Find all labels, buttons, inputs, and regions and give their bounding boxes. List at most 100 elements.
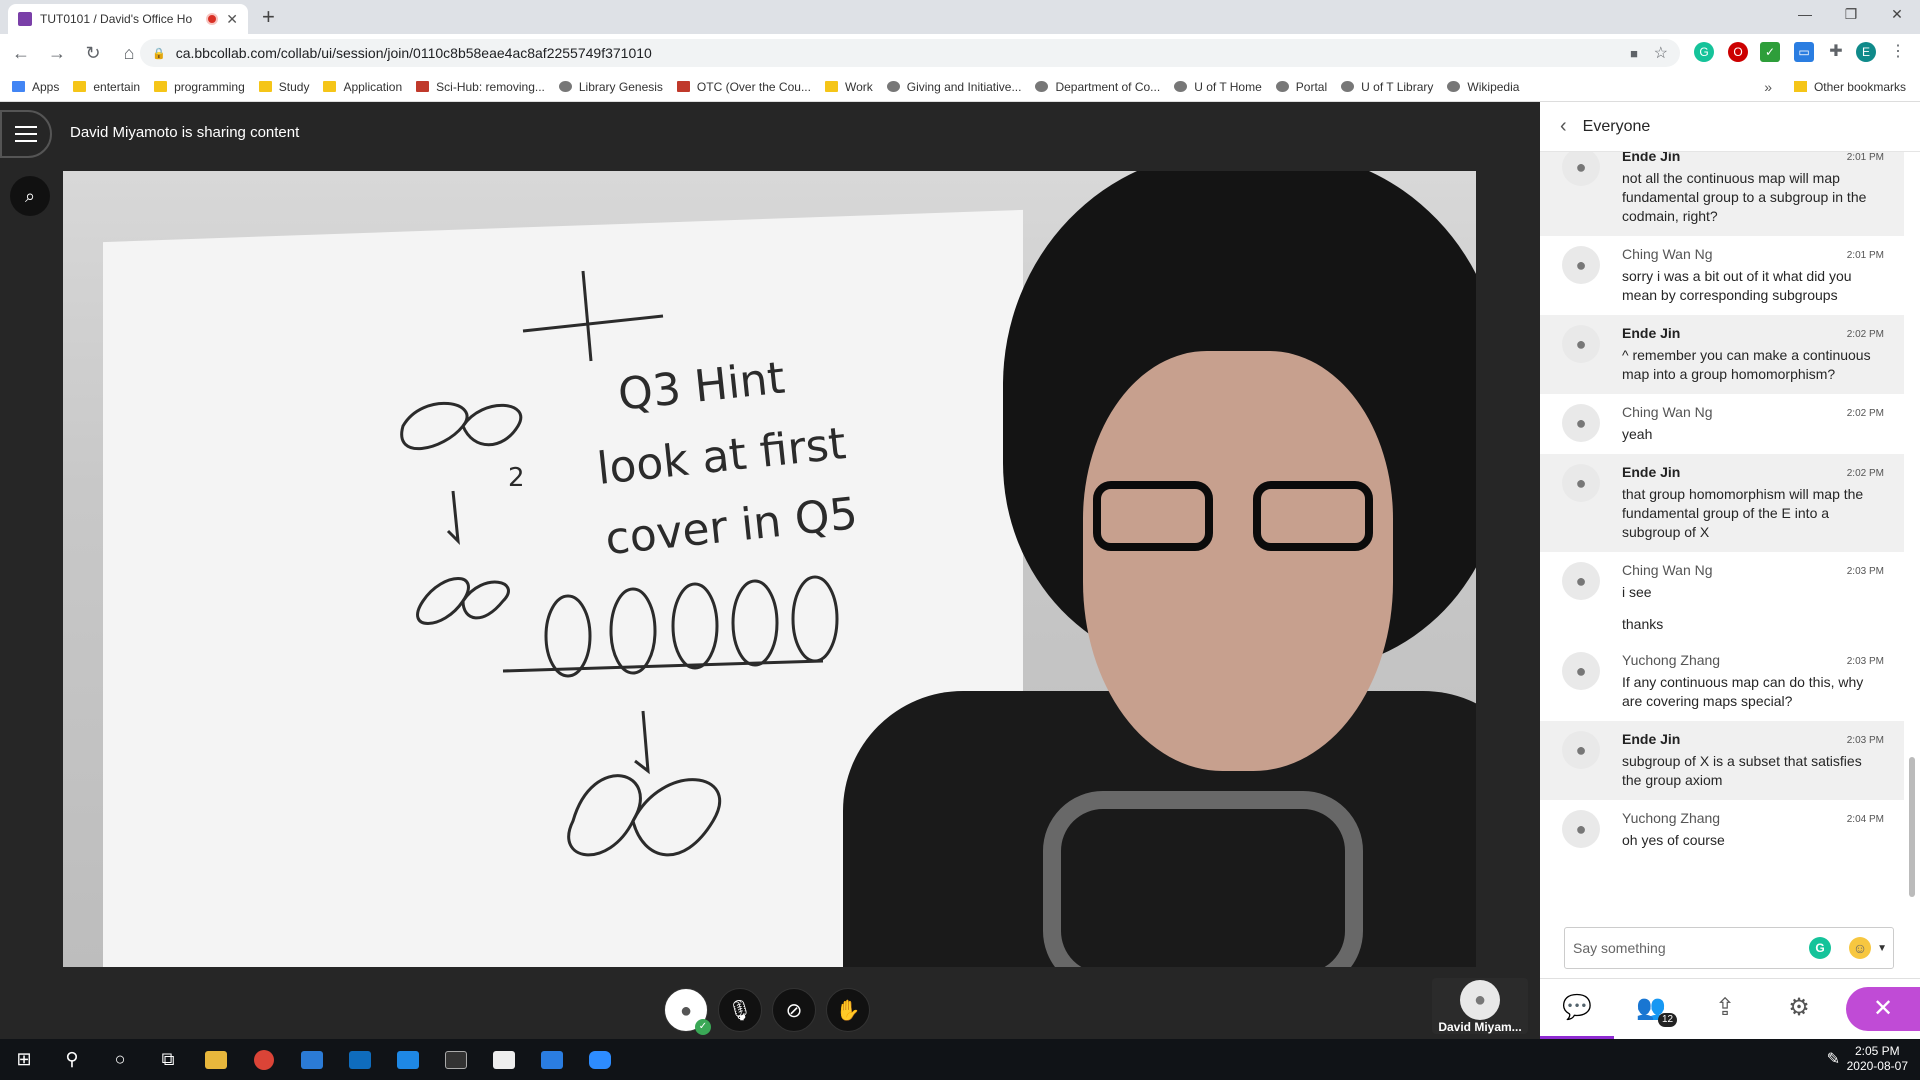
user-avatar-icon: ● — [1562, 152, 1600, 186]
clock-time: 2:05 PM — [1854, 1044, 1900, 1058]
bookmark-item[interactable]: Portal — [1275, 80, 1327, 94]
grammarly-extension-icon[interactable]: G — [1694, 42, 1714, 62]
profile-avatar[interactable]: E — [1856, 42, 1876, 62]
shirt-print — [1043, 791, 1363, 967]
bookmark-label: programming — [174, 79, 245, 94]
windows-taskbar: ⊞ ⚲ ○ ⧉ ✎ 2:05 PM 2020-08-07 — [0, 1039, 1920, 1080]
bookmark-item[interactable]: Application — [323, 80, 402, 94]
store-icon[interactable] — [288, 1039, 336, 1080]
checkmark-extension-icon[interactable]: ✓ — [1760, 42, 1780, 62]
wikipedia-icon — [1447, 81, 1461, 92]
whiteboard-line1: Q3 Hint — [616, 352, 787, 420]
minimize-window-button[interactable]: — — [1782, 0, 1828, 30]
bookmark-label: Sci-Hub: removing... — [436, 79, 545, 94]
opera-extension-icon[interactable]: O — [1728, 42, 1748, 62]
raise-hand-icon[interactable]: ✋ — [826, 988, 870, 1032]
message-author: Yuchong Zhang — [1622, 652, 1721, 668]
bookmark-item[interactable]: Wikipedia — [1447, 80, 1519, 94]
bookmark-item[interactable]: U of T Library — [1341, 80, 1433, 94]
bookmark-item[interactable]: Sci-Hub: removing... — [416, 80, 545, 94]
bookmark-item[interactable]: Giving and Initiative... — [886, 79, 1022, 94]
tab-share-content[interactable]: ⇪ — [1688, 979, 1762, 1039]
chat-messages: ● Ende Jin 2:01 PM not all the continuous m… — [1540, 152, 1904, 912]
bookmark-label: Giving and Initiative... — [906, 79, 1022, 94]
folder-icon — [154, 81, 168, 92]
message-author: Ching Wan Ng — [1622, 404, 1713, 420]
bookmark-label: Library Genesis — [578, 79, 663, 94]
bookmark-item[interactable]: OTC (Over the Cou... — [676, 80, 811, 94]
whiteboard-line2: look at first — [595, 418, 849, 495]
screen-share-extension-icon[interactable]: ▭ — [1794, 42, 1814, 62]
bookmark-star-icon[interactable]: ☆ — [1654, 43, 1668, 63]
mail-icon[interactable] — [336, 1039, 384, 1080]
extensions-puzzle-icon[interactable]: ✚ — [1826, 42, 1846, 62]
camera-permission-icon[interactable]: ■ — [1630, 46, 1638, 61]
bookmark-label: Wikipedia — [1467, 79, 1520, 94]
close-window-button[interactable]: ✕ — [1874, 0, 1920, 30]
message-time: 2:04 PM — [1846, 814, 1884, 825]
other-bookmarks-folder[interactable]: Other bookmarks — [1793, 80, 1906, 94]
start-icon[interactable]: ⊞ — [0, 1039, 48, 1080]
forward-icon[interactable]: → — [42, 43, 72, 64]
new-tab-button[interactable]: + — [262, 4, 275, 30]
file-explorer-icon[interactable] — [192, 1039, 240, 1080]
close-panel-button[interactable]: ✕ — [1846, 987, 1920, 1031]
bookmark-item[interactable]: Study — [258, 80, 309, 94]
presenter-tile[interactable]: ● David Miyam... — [1432, 978, 1528, 1034]
chat-message: ● Ching Wan Ng 2:01 PM sorry i was a bit ou… — [1540, 236, 1904, 315]
cortana-icon[interactable]: ○ — [96, 1039, 144, 1080]
camera-off-icon[interactable]: ⊘ — [772, 988, 816, 1032]
address-bar[interactable]: 🔒 ca.bbcollab.com/collab/ui/session/join… — [140, 39, 1680, 67]
browser-tab-strip: TUT0101 / David's Office Ho ✕ + — ❐ ✕ — [0, 0, 1920, 34]
zoom-icon[interactable] — [576, 1039, 624, 1080]
folder-icon — [73, 81, 87, 92]
bookmark-item[interactable]: Department of Co... — [1035, 80, 1160, 94]
photos-icon[interactable] — [480, 1039, 528, 1080]
tab-settings[interactable]: ⚙ — [1762, 979, 1836, 1039]
sharing-status-text: David Miyamoto is sharing content — [70, 124, 300, 141]
reload-icon[interactable]: ↻ — [78, 43, 108, 64]
globe-icon — [1035, 81, 1049, 92]
bookmark-item[interactable]: Library Genesis — [558, 79, 663, 94]
user-avatar-icon: ● — [1562, 652, 1600, 690]
back-chevron-icon[interactable]: ‹ — [1560, 115, 1567, 138]
microphone-muted-icon[interactable]: 🎙 — [718, 988, 762, 1032]
pen-workspace-icon[interactable]: ✎ — [1827, 1049, 1840, 1069]
bookmarks-overflow-button[interactable]: » — [1764, 79, 1772, 95]
chat-scrollbar[interactable] — [1906, 152, 1916, 912]
bookmark-item[interactable]: Work — [824, 80, 873, 94]
system-clock[interactable]: 2:05 PM 2020-08-07 — [1847, 1039, 1908, 1080]
bookmark-item[interactable]: Apps — [12, 80, 59, 94]
chrome-icon[interactable] — [240, 1039, 288, 1080]
calendar-icon[interactable] — [528, 1039, 576, 1080]
back-icon[interactable]: ← — [6, 43, 36, 64]
user-avatar-icon: ● — [1562, 562, 1600, 600]
browser-tab[interactable]: TUT0101 / David's Office Ho ✕ — [8, 4, 248, 34]
content-tools-icon[interactable]: ⌕ — [10, 176, 50, 216]
search-icon[interactable]: ⚲ — [48, 1039, 96, 1080]
session-menu-button[interactable] — [0, 110, 52, 158]
chrome-menu-icon[interactable]: ⋮ — [1888, 42, 1908, 62]
chat-input[interactable]: Say something G ☺ ▼ — [1564, 927, 1894, 969]
vscode-icon[interactable] — [384, 1039, 432, 1080]
tab-attendees[interactable]: 👥 12 — [1614, 979, 1688, 1039]
tab-close-icon[interactable]: ✕ — [226, 11, 238, 28]
emoji-icon[interactable]: ☺ — [1849, 937, 1871, 959]
bookmark-item[interactable]: programming — [154, 80, 245, 94]
bookmark-item[interactable]: U of T Home — [1174, 80, 1262, 94]
presenter-face — [1083, 351, 1393, 771]
my-status-button[interactable]: ● ✓ — [664, 988, 711, 1035]
chat-input-placeholder: Say something — [1573, 940, 1666, 956]
bookmark-item[interactable]: entertain — [73, 80, 140, 94]
restore-window-button[interactable]: ❐ — [1828, 0, 1874, 30]
presenter-tile-name: David Miyam... — [1438, 1020, 1522, 1034]
user-avatar-icon: ● — [1562, 404, 1600, 442]
folder-icon — [1793, 81, 1807, 92]
emoji-dropdown-icon[interactable]: ▼ — [1877, 943, 1887, 954]
task-view-icon[interactable]: ⧉ — [144, 1039, 192, 1080]
chat-header: ‹ Everyone — [1540, 102, 1920, 152]
user-avatar-icon: ● — [1562, 464, 1600, 502]
terminal-icon[interactable] — [432, 1039, 480, 1080]
tab-chat[interactable]: 💬 — [1540, 979, 1614, 1039]
grammarly-icon[interactable]: G — [1809, 937, 1831, 959]
